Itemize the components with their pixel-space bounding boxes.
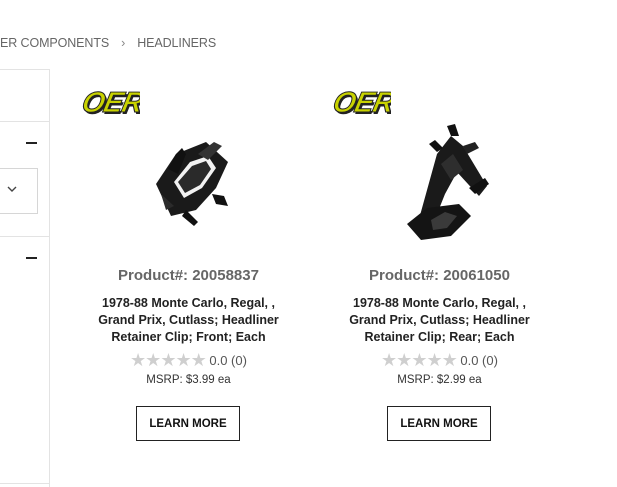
product-card: OER OER Product#: 20058837 1978-88 Monte…: [76, 86, 291, 466]
svg-text:OER: OER: [331, 86, 391, 119]
chevron-down-icon: [7, 186, 17, 192]
rating: ★★★★★ 0.0 (0): [76, 350, 301, 371]
rating: ★★★★★ 0.0 (0): [327, 350, 552, 371]
breadcrumb: ER COMPONENTS › HEADLINERS: [0, 36, 216, 50]
collapse-minus-icon[interactable]: [26, 257, 37, 259]
svg-text:OER: OER: [80, 86, 140, 119]
product-card: OER OER Product#: 20061050 1978-88 Monte…: [327, 86, 542, 466]
headliner-clip-rear-image[interactable]: [367, 124, 497, 244]
breadcrumb-item-headliners[interactable]: HEADLINERS: [137, 36, 216, 50]
learn-more-button[interactable]: LEARN MORE: [136, 406, 240, 441]
rating-text: 0.0 (0): [209, 353, 247, 368]
learn-more-button[interactable]: LEARN MORE: [387, 406, 491, 441]
filter-dropdown[interactable]: [0, 168, 38, 214]
headliner-clip-front-image[interactable]: [116, 124, 246, 244]
sidebar-bottom-divider: [0, 483, 49, 484]
product-name[interactable]: 1978-88 Monte Carlo, Regal, , Grand Prix…: [337, 295, 542, 346]
collapse-minus-icon[interactable]: [26, 142, 37, 144]
product-number: Product#: 20061050: [369, 267, 510, 284]
sidebar-divider: [0, 236, 49, 237]
rating-stars-icon: ★★★★★: [130, 350, 207, 370]
rating-stars-icon: ★★★★★: [381, 350, 458, 370]
msrp-price: MSRP: $2.99 ea: [397, 374, 482, 386]
breadcrumb-separator: ›: [121, 36, 126, 50]
product-number: Product#: 20058837: [118, 267, 259, 284]
msrp-price: MSRP: $3.99 ea: [146, 374, 231, 386]
rating-text: 0.0 (0): [460, 353, 498, 368]
product-name[interactable]: 1978-88 Monte Carlo, Regal, , Grand Prix…: [86, 295, 291, 346]
sidebar-divider: [0, 121, 49, 122]
breadcrumb-item-components[interactable]: ER COMPONENTS: [0, 36, 109, 50]
oer-logo-icon: OER OER: [331, 86, 391, 120]
filter-sidebar: [0, 69, 50, 487]
oer-logo-icon: OER OER: [80, 86, 140, 120]
